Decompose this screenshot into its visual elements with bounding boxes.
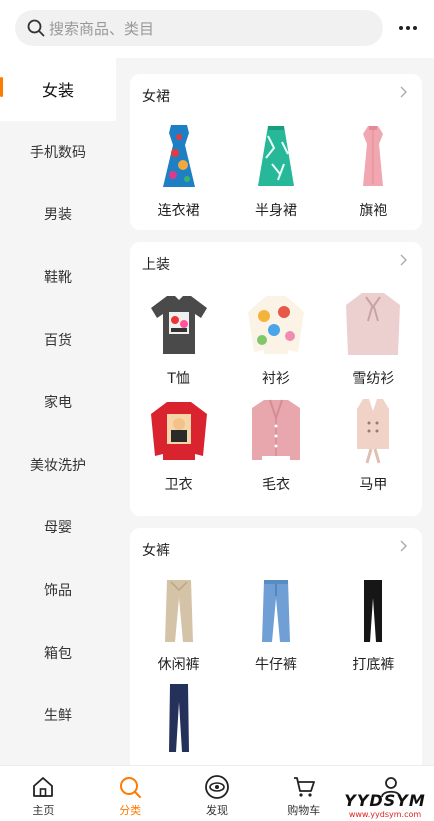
chevron-right-icon[interactable] bbox=[396, 84, 410, 98]
sidebar-item-fresh[interactable]: 生鲜 bbox=[0, 684, 116, 747]
category-item-label: 毛衣 bbox=[261, 477, 290, 493]
skirt-image bbox=[240, 120, 312, 194]
sidebar-item-label: 男装 bbox=[44, 207, 72, 224]
category-item-label: 连衣裙 bbox=[157, 203, 200, 219]
sidebar-item-label: 美妆洗护 bbox=[30, 457, 86, 474]
sidebar-item-digital[interactable]: 手机数码 bbox=[0, 121, 116, 184]
search-bar[interactable]: 搜索商品、类目 bbox=[15, 10, 383, 46]
sweater-image bbox=[240, 394, 312, 468]
category-item[interactable]: 牛仔裤 bbox=[227, 574, 324, 674]
category-item[interactable]: 休闲裤 bbox=[130, 574, 227, 674]
category-search-icon bbox=[117, 774, 143, 800]
category-item-label: 衬衫 bbox=[261, 371, 290, 387]
chevron-right-icon[interactable] bbox=[396, 252, 410, 266]
leggings-image bbox=[337, 574, 409, 648]
eye-icon bbox=[204, 774, 230, 800]
more-dot bbox=[413, 26, 417, 30]
category-item[interactable]: 半身裙 bbox=[227, 120, 324, 220]
more-dot bbox=[406, 26, 410, 30]
vest-image bbox=[337, 394, 409, 468]
sidebar-item-baby[interactable]: 母婴 bbox=[0, 496, 116, 559]
tab-cart[interactable]: 购物车 bbox=[260, 766, 347, 821]
watermark-url: www.yydsym.com bbox=[348, 810, 422, 819]
category-item-label: 马甲 bbox=[359, 477, 388, 493]
sidebar-item-label: 女装 bbox=[41, 81, 74, 101]
sidebar-item-jewelry[interactable]: 饰品 bbox=[0, 559, 116, 622]
product-grid: 休闲裤 牛仔裤 打底裤 bbox=[130, 574, 422, 765]
category-item[interactable]: 旗袍 bbox=[325, 120, 422, 220]
category-item-label: 雪纺衫 bbox=[352, 371, 395, 387]
sidebar-item-label: 家电 bbox=[44, 395, 72, 412]
home-icon bbox=[30, 774, 56, 800]
search-input[interactable]: 搜索商品、类目 bbox=[49, 18, 154, 39]
category-item-label: 旗袍 bbox=[359, 203, 388, 219]
category-item[interactable] bbox=[130, 680, 227, 765]
category-item[interactable]: 雪纺衫 bbox=[325, 288, 422, 388]
category-item[interactable]: T恤 bbox=[130, 288, 227, 388]
product-grid: T恤 衬衫 雪纺衫 卫衣 毛衣 马甲 bbox=[130, 288, 422, 494]
category-item-label: T恤 bbox=[167, 371, 190, 387]
watermark: YYDSYM www.yydsym.com bbox=[338, 792, 432, 820]
top-bar: 搜索商品、类目 bbox=[0, 0, 434, 58]
category-item[interactable]: 马甲 bbox=[325, 394, 422, 494]
tab-home[interactable]: 主页 bbox=[0, 766, 87, 821]
navy-pants-image bbox=[143, 680, 215, 754]
sidebar-item-label: 母婴 bbox=[44, 520, 72, 537]
sidebar-item-label: 箱包 bbox=[44, 645, 72, 662]
casual-pants-image bbox=[143, 574, 215, 648]
category-item[interactable]: 卫衣 bbox=[130, 394, 227, 494]
tab-label: 主页 bbox=[32, 804, 55, 817]
section-title: 女裙 bbox=[142, 89, 170, 105]
tab-label: 购物车 bbox=[287, 804, 321, 817]
sidebar-item-general[interactable]: 百货 bbox=[0, 308, 116, 371]
qipao-image bbox=[337, 120, 409, 194]
sidebar-item-bags[interactable]: 箱包 bbox=[0, 621, 116, 684]
category-item[interactable]: 打底裤 bbox=[325, 574, 422, 674]
sidebar-item-label: 生鲜 bbox=[44, 708, 72, 725]
category-sidebar: 女装 手机数码 男装 鞋靴 百货 家电 美妆洗护 母婴 饰品 箱包 生鲜 bbox=[0, 58, 116, 765]
category-item-label: 打底裤 bbox=[352, 657, 395, 673]
category-item-label: 卫衣 bbox=[164, 477, 193, 493]
jeans-image bbox=[240, 574, 312, 648]
cart-icon bbox=[291, 774, 317, 800]
more-menu-button[interactable] bbox=[392, 14, 424, 42]
category-item-label: 半身裙 bbox=[254, 203, 297, 219]
category-item-label: 休闲裤 bbox=[157, 657, 200, 673]
section-card-tops: 上装 T恤 衬衫 雪纺衫 卫衣 毛衣 马甲 bbox=[130, 242, 422, 516]
sidebar-item-beauty[interactable]: 美妆洗护 bbox=[0, 434, 116, 497]
sweatshirt-image bbox=[143, 394, 215, 468]
sidebar-item-shoes[interactable]: 鞋靴 bbox=[0, 246, 116, 309]
product-grid: 连衣裙 半身裙 旗袍 bbox=[130, 120, 422, 220]
section-card-dresses: 女裙 连衣裙 半身裙 旗袍 bbox=[130, 74, 422, 230]
sidebar-item-women[interactable]: 女装 bbox=[0, 58, 116, 121]
more-dot bbox=[399, 26, 403, 30]
category-item-label: 牛仔裤 bbox=[254, 657, 297, 673]
section-card-trousers: 女裤 休闲裤 牛仔裤 打底裤 bbox=[130, 528, 422, 765]
tab-label: 分类 bbox=[119, 804, 142, 817]
tab-discover[interactable]: 发现 bbox=[174, 766, 261, 821]
search-icon bbox=[15, 10, 49, 46]
section-title: 上装 bbox=[142, 257, 170, 273]
section-title: 女裤 bbox=[142, 543, 170, 559]
chiffon-shirt-image bbox=[337, 288, 409, 362]
dress-image bbox=[143, 120, 215, 194]
sidebar-item-label: 手机数码 bbox=[30, 144, 86, 161]
tab-label: 发现 bbox=[205, 804, 228, 817]
sidebar-item-label: 百货 bbox=[44, 332, 72, 349]
category-item[interactable]: 毛衣 bbox=[227, 394, 324, 494]
sidebar-item-label: 鞋靴 bbox=[44, 270, 72, 287]
category-item[interactable]: 连衣裙 bbox=[130, 120, 227, 220]
watermark-text: YYDSYM bbox=[344, 791, 426, 810]
tab-category[interactable]: 分类 bbox=[87, 766, 174, 821]
sidebar-item-men[interactable]: 男装 bbox=[0, 183, 116, 246]
category-content: 女裙 连衣裙 半身裙 旗袍 上装 T恤 衬衫 雪纺衫 卫衣 毛衣 马甲 女裤 休… bbox=[116, 58, 434, 765]
tshirt-image bbox=[143, 288, 215, 362]
chevron-right-icon[interactable] bbox=[396, 538, 410, 552]
sidebar-item-appliances[interactable]: 家电 bbox=[0, 371, 116, 434]
category-item[interactable]: 衬衫 bbox=[227, 288, 324, 388]
shirt-image bbox=[240, 288, 312, 362]
sidebar-item-label: 饰品 bbox=[44, 583, 72, 600]
